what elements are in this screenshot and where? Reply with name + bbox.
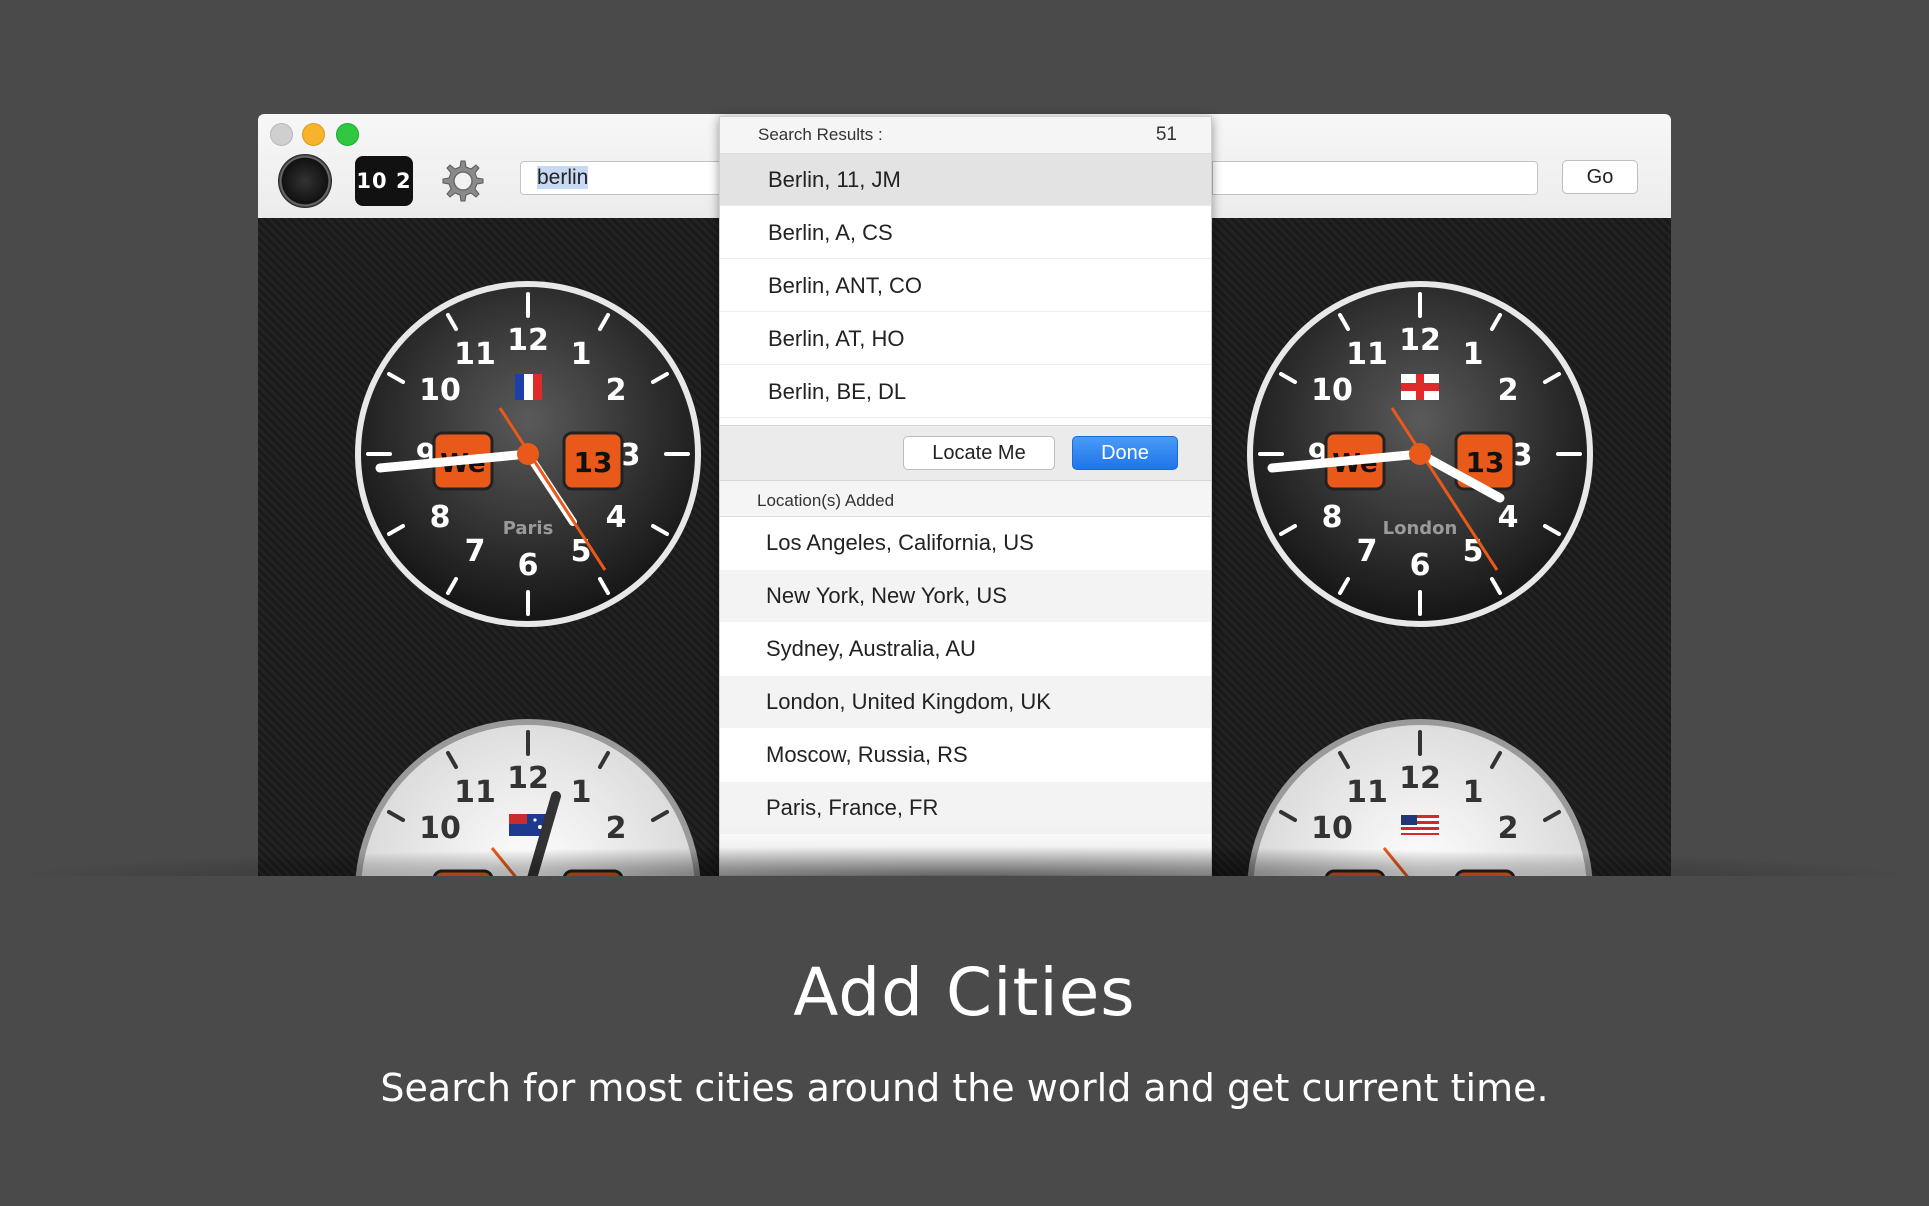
svg-text:2: 2 (1498, 373, 1519, 408)
screenshot-stage: 10 2 berlin Go 12 1 2 3 4 5 6 7 8 9 10 1… (0, 0, 1929, 1206)
svg-text:5: 5 (571, 534, 592, 569)
svg-text:10: 10 (1311, 373, 1353, 408)
svg-text:13: 13 (574, 446, 613, 479)
svg-text:2: 2 (606, 811, 627, 846)
svg-text:10: 10 (419, 373, 461, 408)
location-item[interactable]: Moscow, Russia, RS (720, 729, 1211, 781)
svg-text:1: 1 (1463, 775, 1484, 810)
location-item[interactable]: New York, New York, US (720, 570, 1211, 622)
go-button[interactable]: Go (1562, 160, 1638, 194)
svg-text:7: 7 (465, 534, 486, 569)
svg-text:7: 7 (1357, 534, 1378, 569)
window-shadow (0, 846, 1929, 876)
search-result-item[interactable]: Berlin, ANT, CO (720, 260, 1211, 312)
analog-clock-mode-icon[interactable] (278, 154, 332, 208)
svg-text:11: 11 (1346, 337, 1388, 372)
svg-text:12: 12 (507, 323, 549, 358)
search-results-count: 51 (1155, 124, 1177, 145)
svg-text:11: 11 (454, 337, 496, 372)
zoom-window-button[interactable] (336, 123, 359, 146)
england-flag-icon (1401, 374, 1439, 400)
caption-area (0, 876, 1929, 1206)
done-button[interactable]: Done (1072, 436, 1178, 470)
svg-text:10: 10 (419, 811, 461, 846)
svg-text:12: 12 (1399, 761, 1441, 796)
minimize-window-button[interactable] (302, 123, 325, 146)
svg-text:8: 8 (1322, 500, 1343, 535)
search-result-item[interactable]: Berlin, A, CS (720, 207, 1211, 259)
locations-added-header: Location(s) Added (720, 481, 1211, 517)
clock-london[interactable]: 1212 345 678 91011 We 13 London (1242, 276, 1598, 632)
svg-text:1: 1 (1463, 337, 1484, 372)
svg-text:4: 4 (1498, 500, 1519, 535)
france-flag-icon (515, 374, 542, 400)
svg-text:8: 8 (430, 500, 451, 535)
locate-me-button[interactable]: Locate Me (903, 436, 1055, 470)
svg-text:13: 13 (1466, 446, 1505, 479)
marketing-subline: Search for most cities around the world … (380, 1066, 1549, 1110)
city-search-input-right[interactable] (1212, 161, 1538, 195)
location-item[interactable]: London, United Kingdom, UK (720, 676, 1211, 728)
svg-text:6: 6 (1410, 548, 1431, 583)
svg-text:12: 12 (507, 761, 549, 796)
svg-text:11: 11 (454, 775, 496, 810)
usa-flag-icon (1401, 815, 1439, 835)
svg-text:Paris: Paris (503, 518, 554, 539)
svg-text:5: 5 (1463, 534, 1484, 569)
svg-text:10: 10 (1311, 811, 1353, 846)
svg-text:2: 2 (1498, 811, 1519, 846)
search-result-item[interactable]: Berlin, BE, DL (720, 366, 1211, 418)
svg-text:2: 2 (606, 373, 627, 408)
svg-text:12: 12 (1399, 323, 1441, 358)
svg-text:6: 6 (518, 548, 539, 583)
search-results-label: Search Results : (758, 125, 883, 144)
digital-clock-mode-icon[interactable]: 10 2 (355, 156, 413, 206)
marketing-headline: Add Cities (793, 954, 1136, 1031)
svg-text:4: 4 (606, 500, 627, 535)
search-result-item[interactable]: Berlin, AT, HO (720, 313, 1211, 365)
location-item[interactable]: Sydney, Australia, AU (720, 623, 1211, 675)
svg-text:London: London (1383, 518, 1458, 539)
close-window-button[interactable] (270, 123, 293, 146)
search-result-item[interactable]: Berlin, 11, JM (720, 154, 1211, 206)
svg-text:11: 11 (1346, 775, 1388, 810)
svg-text:1: 1 (571, 337, 592, 372)
search-results-popover: Search Results : 51 Berlin, 11, JM Berli… (719, 116, 1212, 876)
popover-action-bar: Locate Me Done (720, 425, 1211, 481)
settings-gear-icon[interactable] (436, 154, 490, 208)
location-item[interactable]: Los Angeles, California, US (720, 517, 1211, 569)
search-results-header: Search Results : 51 (720, 117, 1211, 154)
clock-paris[interactable]: 1212 345 678 91011 We 13 Paris (350, 276, 706, 632)
svg-text:1: 1 (571, 775, 592, 810)
